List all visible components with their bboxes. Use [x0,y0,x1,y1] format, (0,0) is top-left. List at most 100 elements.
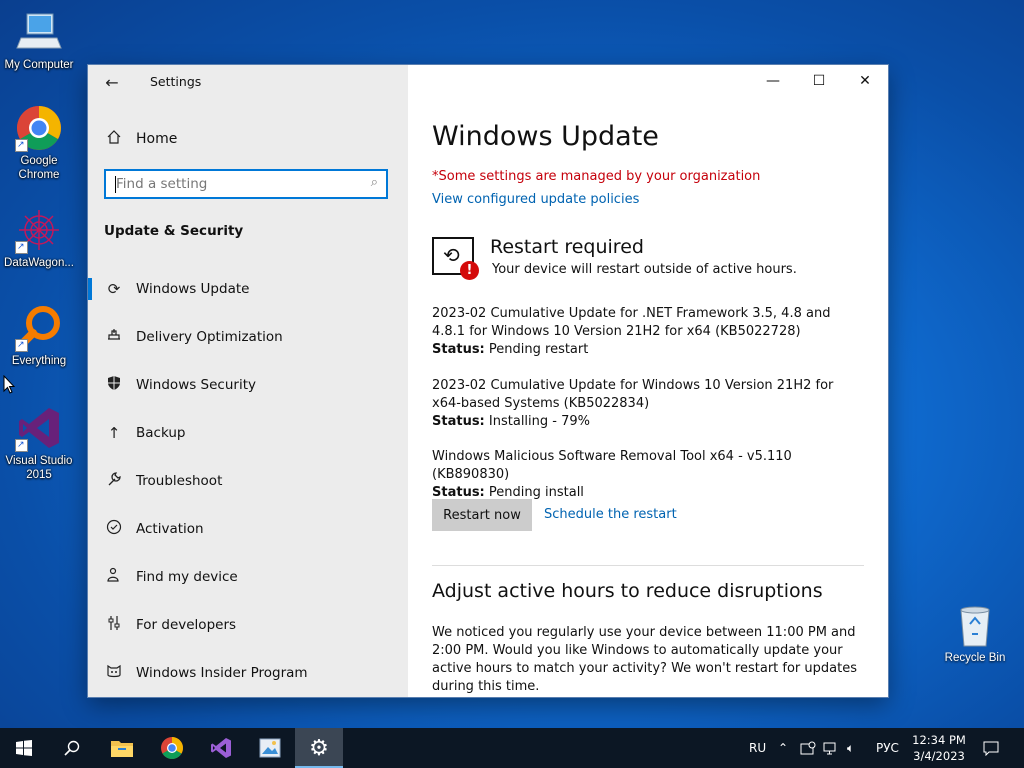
settings-content-pane: — ☐ ✕ Windows Update *Some settings are … [408,65,888,697]
nav-item-label: Activation [136,521,204,537]
update-name: Windows Malicious Software Removal Tool … [432,449,792,482]
picture-icon [259,738,281,758]
back-arrow-icon[interactable]: ← [102,73,122,93]
restart-now-button[interactable]: Restart now [432,499,532,531]
schedule-restart-link[interactable]: Schedule the restart [544,507,677,522]
close-button[interactable]: ✕ [842,65,888,97]
desktop-icon-my-computer[interactable]: My Computer [0,8,78,72]
everything-magnifier-icon [15,304,63,352]
nav-item-windows-update[interactable]: ⟳ Windows Update [88,265,408,313]
maximize-button[interactable]: ☐ [796,65,842,97]
desktop-icon-label: My Computer [4,59,74,71]
nav-item-label: Backup [136,425,186,441]
clock-date: 3/4/2023 [913,749,965,763]
sync-arrows-icon: ⟲ [443,243,460,267]
nav-item-label: Troubleshoot [136,473,223,489]
action-center-button[interactable] [983,728,999,768]
windows-logo-icon [16,740,32,756]
status-label: Status: [432,342,485,357]
tray-language[interactable]: RU [749,728,766,768]
nav-item-for-developers[interactable]: For developers [88,601,408,649]
visual-studio-icon [211,738,231,758]
divider [432,565,864,566]
person-locate-icon [104,567,124,587]
find-setting-input[interactable]: Find a setting ⌕ [104,169,388,199]
start-button[interactable] [0,728,48,768]
nav-home[interactable]: Home [104,127,177,151]
nav-item-label: Windows Insider Program [136,665,308,681]
update-name: 2023-02 Cumulative Update for .NET Frame… [432,306,831,339]
search-button[interactable] [48,728,96,768]
nav-item-label: For developers [136,617,237,633]
settings-window: ← Settings Home Find a setting ⌕ Update … [88,65,888,697]
sliders-icon [104,615,124,635]
search-icon [64,740,80,756]
restart-required-subtitle: Your device will restart outside of acti… [492,262,797,277]
nav-section-title: Update & Security [104,223,244,239]
update-status: Status: Installing - 79% [432,413,862,431]
taskbar-image-viewer[interactable] [246,728,294,768]
desktop-icon-label: Everything [11,355,67,367]
shortcut-arrow-icon [15,239,28,254]
desktop-icon-google-chrome[interactable]: Google Chrome [0,104,78,182]
nav-list: ⟳ Windows Update Delivery Optimization W… [88,265,408,697]
backup-arrow-icon: ↑ [107,424,121,442]
page-title: Windows Update [432,121,659,152]
home-icon [104,129,124,149]
update-item: 2023-02 Cumulative Update for Windows 10… [432,377,862,431]
tray-clock[interactable]: 12:34 PM 3/4/2023 [905,732,973,764]
minimize-button[interactable]: — [750,65,796,97]
desktop-icon-visual-studio[interactable]: Visual Studio 2015 [0,404,78,482]
taskbar: ⚙ RU ⌃ 🔈︎ РУС 12:34 PM 3/4/2023 [0,728,1024,768]
nav-item-find-my-device[interactable]: Find my device [88,553,408,601]
shortcut-arrow-icon [15,437,28,452]
desktop-icon-label: Google Chrome [18,155,60,181]
taskbar-file-explorer[interactable] [98,728,146,768]
nav-item-delivery-optimization[interactable]: Delivery Optimization [88,313,408,361]
update-name: 2023-02 Cumulative Update for Windows 10… [432,378,834,411]
datawagon-icon [15,206,63,254]
desktop-icon-everything[interactable]: Everything [0,304,78,368]
show-hidden-icons-chevron-icon[interactable]: ⌃ [778,728,788,768]
settings-nav-pane: ← Settings Home Find a setting ⌕ Update … [88,65,408,697]
restart-required-icon: ⟲ ! [432,237,479,280]
shield-icon [104,375,124,395]
nav-item-troubleshoot[interactable]: Troubleshoot [88,457,408,505]
visual-studio-icon [15,404,63,452]
status-value: Pending restart [488,342,589,357]
refresh-icon: ⟳ [107,280,121,298]
view-policies-link[interactable]: View configured update policies [432,192,639,207]
clock-time: 12:34 PM [912,733,966,747]
mouse-cursor-icon [3,374,16,398]
computer-icon [15,8,63,56]
recycle-bin-label: Recycle Bin [944,652,1006,664]
tray-network-icon[interactable] [823,728,839,768]
nav-item-label: Find my device [136,569,238,585]
taskbar-settings[interactable]: ⚙ [295,728,343,768]
nav-item-backup[interactable]: ↑ Backup [88,409,408,457]
taskbar-visual-studio[interactable] [197,728,245,768]
status-label: Status: [432,414,485,429]
desktop-icon-label: DataWagon... [4,257,74,269]
status-label: Status: [432,485,485,500]
nav-item-activation[interactable]: Activation [88,505,408,553]
managed-notice: *Some settings are managed by your organ… [432,169,761,184]
status-value: Installing - 79% [488,414,590,429]
recycle-bin-icon [951,602,999,650]
insider-cat-icon [104,663,124,683]
taskbar-chrome[interactable] [148,728,196,768]
search-placeholder: Find a setting [116,176,208,192]
update-status: Status: Pending restart [432,341,862,359]
tray-security-icon[interactable] [800,728,816,768]
nav-item-label: Windows Update [136,281,250,297]
nav-item-windows-insider[interactable]: Windows Insider Program [88,649,408,697]
nav-item-windows-security[interactable]: Windows Security [88,361,408,409]
chrome-icon [15,104,63,152]
tray-volume-icon[interactable]: 🔈︎ [847,728,854,768]
desktop-icon-recycle-bin[interactable]: Recycle Bin [938,602,1012,664]
check-circle-icon [104,519,124,539]
update-item: 2023-02 Cumulative Update for .NET Frame… [432,305,862,359]
tray-input-language[interactable]: РУС [876,728,899,768]
chrome-icon [161,737,183,759]
desktop-icon-datawagon[interactable]: DataWagon... [0,206,78,270]
